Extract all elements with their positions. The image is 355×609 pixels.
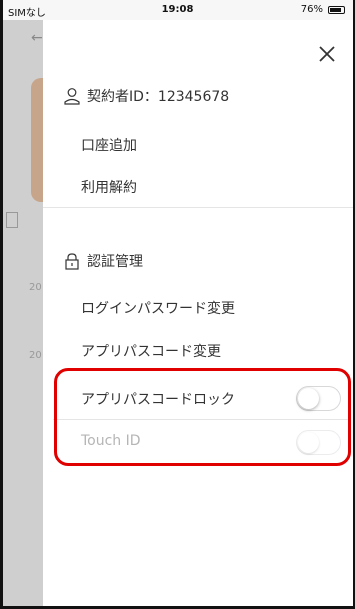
- user-icon: [64, 88, 80, 105]
- back-arrow-icon: ←: [31, 30, 43, 46]
- background-number: 20: [29, 350, 42, 361]
- toggle-knob: [298, 432, 319, 453]
- divider: [53, 419, 349, 420]
- close-icon[interactable]: [315, 42, 339, 66]
- passcode-lock-toggle[interactable]: [296, 386, 341, 411]
- auth-management-title: 認証管理: [87, 254, 143, 270]
- touch-id-toggle[interactable]: [296, 430, 341, 455]
- auth-management-header: 認証管理: [63, 251, 143, 271]
- toggle-knob: [298, 388, 319, 409]
- background-number: 20: [29, 282, 42, 293]
- settings-drawer: 契約者ID：12345678 口座追加 利用解約 認証管理 ログインパスワード変…: [43, 20, 353, 606]
- frame-edge: [0, 0, 3, 609]
- divider: [43, 207, 353, 208]
- menu-item-change-app-passcode[interactable]: アプリパスコード変更: [81, 341, 221, 361]
- touch-id-label: Touch ID: [81, 433, 141, 449]
- lock-icon: [65, 253, 79, 270]
- passcode-lock-label: アプリパスコードロック: [81, 392, 235, 408]
- battery-percent: 76%: [300, 4, 323, 15]
- background-card: [31, 78, 43, 202]
- passcode-lock-row: アプリパスコードロック: [43, 378, 353, 418]
- menu-item-cancel-contract[interactable]: 利用解約: [81, 177, 137, 197]
- menu-item-change-login-password[interactable]: ログインパスワード変更: [81, 298, 235, 318]
- menu-item-add-account[interactable]: 口座追加: [81, 135, 137, 155]
- document-icon: [6, 212, 18, 228]
- screen: SIMなし 19:08 76% ← 20 20 契約者ID：12345678 口…: [0, 0, 355, 609]
- touch-id-row: Touch ID: [43, 422, 353, 462]
- contractor-id-row: 契約者ID：12345678: [63, 86, 229, 106]
- battery-icon: [328, 6, 345, 14]
- background-app-overlay[interactable]: ← 20 20: [3, 20, 43, 606]
- status-bar: SIMなし 19:08 76%: [0, 0, 355, 20]
- contractor-id-label: 契約者ID：12345678: [87, 89, 230, 105]
